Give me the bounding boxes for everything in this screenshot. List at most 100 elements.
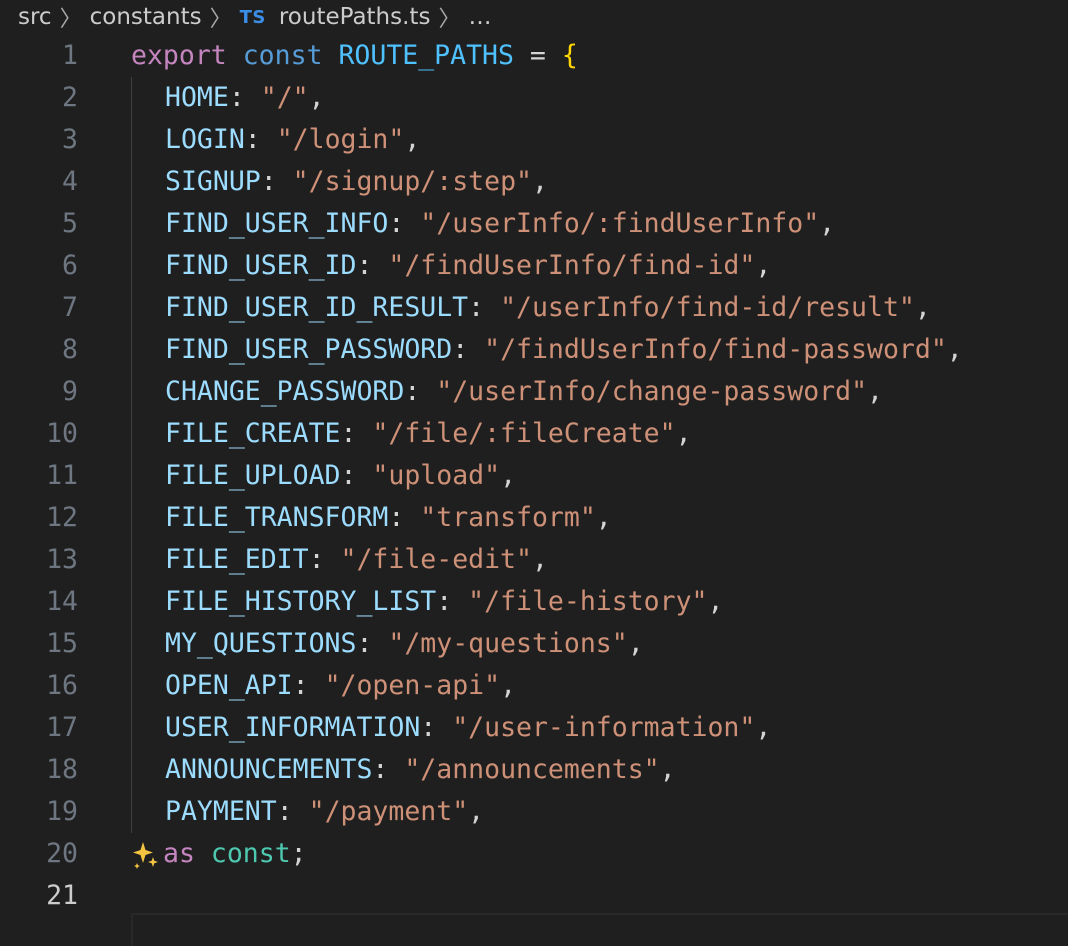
string-value: "/announcements" <box>404 754 660 785</box>
breadcrumb-item-constants[interactable]: constants <box>90 4 202 30</box>
property-key: FILE_CREATE <box>165 418 341 449</box>
line-number: 6 <box>62 250 78 281</box>
line-number: 17 <box>46 712 78 743</box>
code-line: 8 FIND_USER_PASSWORD: "/findUserInfo/find… <box>0 329 1068 371</box>
comma: , <box>595 502 612 533</box>
comma: , <box>707 586 724 617</box>
code-line: 9 CHANGE_PASSWORD: "/userInfo/change-pass… <box>0 371 1068 413</box>
property-key: SIGNUP <box>165 166 261 197</box>
line-number: 20 <box>46 838 78 869</box>
string-value: "/file/:fileCreate" <box>372 418 676 449</box>
code-content: FILE_HISTORY_LIST: "/file-history", <box>165 581 723 623</box>
code-line: 5 FIND_USER_INFO: "/userInfo/:findUserInf… <box>0 203 1068 245</box>
line-number: 11 <box>46 460 78 491</box>
property-key: FILE_HISTORY_LIST <box>165 586 437 617</box>
comma: , <box>308 82 325 113</box>
chevron-right-icon: 〉 <box>209 7 232 32</box>
colon: : <box>292 670 325 701</box>
colon: : <box>468 292 501 323</box>
comma: , <box>914 292 931 323</box>
string-value: "/user-information" <box>452 712 756 743</box>
chevron-right-icon: 〉 <box>438 7 461 32</box>
code-content: FILE_EDIT: "/file-edit", <box>165 539 548 581</box>
comma: , <box>627 628 644 659</box>
property-key: FILE_EDIT <box>165 544 309 575</box>
comma: , <box>500 460 517 491</box>
property-key: FIND_USER_ID <box>165 250 357 281</box>
code-line: 19 PAYMENT: "/payment", <box>0 791 1068 833</box>
line-number: 8 <box>62 334 78 365</box>
code-line: 12 FILE_TRANSFORM: "transform", <box>0 497 1068 539</box>
colon: : <box>372 754 405 785</box>
code-line: 7 FIND_USER_ID_RESULT: "/userInfo/find-id… <box>0 287 1068 329</box>
string-value: "/" <box>260 82 309 113</box>
code-content: FILE_CREATE: "/file/:fileCreate", <box>165 413 692 455</box>
code-line: 2 HOME: "/", <box>0 77 1068 119</box>
line-number: 21 <box>46 880 78 911</box>
line-number: 12 <box>46 502 78 533</box>
colon: : <box>276 796 309 827</box>
code-content: FIND_USER_ID_RESULT: "/userInfo/find-id/… <box>165 287 931 329</box>
code-content: LOGIN: "/login", <box>165 119 420 161</box>
string-value: "transform" <box>420 502 596 533</box>
breadcrumb-item-file[interactable]: routePaths.ts <box>279 4 431 30</box>
property-key: USER_INFORMATION <box>165 712 421 743</box>
code-editor[interactable]: 1 export const ROUTE_PATHS = { 2 HOME: "/",… <box>0 35 1068 946</box>
code-content: CHANGE_PASSWORD: "/userInfo/change-passw… <box>165 371 883 413</box>
code-line: 20 as const; <box>0 833 1068 875</box>
code-content: USER_INFORMATION: "/user-information", <box>165 707 771 749</box>
string-value: "/findUserInfo/find-id" <box>388 250 756 281</box>
string-value: "/login" <box>276 124 405 155</box>
breadcrumb-item-src[interactable]: src <box>18 4 52 30</box>
property-key: CHANGE_PASSWORD <box>165 376 405 407</box>
line-number: 16 <box>46 670 78 701</box>
code-line: 16 OPEN_API: "/open-api", <box>0 665 1068 707</box>
code-content: FIND_USER_PASSWORD: "/findUserInfo/find-… <box>165 329 963 371</box>
code-content: FIND_USER_ID: "/findUserInfo/find-id", <box>165 245 771 287</box>
code-line: 21 <box>0 875 1068 917</box>
property-key: ANNOUNCEMENTS <box>165 754 373 785</box>
colon: : <box>404 376 437 407</box>
comma: , <box>531 166 548 197</box>
string-value: "/my-questions" <box>388 628 628 659</box>
colon: : <box>420 712 453 743</box>
line-number: 1 <box>62 40 78 71</box>
string-value: "/findUserInfo/find-password" <box>484 334 947 365</box>
code-line: 10 FILE_CREATE: "/file/:fileCreate", <box>0 413 1068 455</box>
breadcrumb-item-symbols[interactable]: … <box>468 4 491 30</box>
code-content: FILE_TRANSFORM: "transform", <box>165 497 612 539</box>
breadcrumb: src 〉 constants 〉 TS routePaths.ts 〉 … <box>18 0 491 34</box>
colon: : <box>436 586 469 617</box>
line-number: 15 <box>46 628 78 659</box>
assign-operator: = <box>513 40 562 71</box>
colon: : <box>388 208 421 239</box>
property-key: HOME <box>165 82 229 113</box>
comma: , <box>675 418 692 449</box>
colon: : <box>340 418 373 449</box>
line-number: 2 <box>62 82 78 113</box>
colon: : <box>452 334 485 365</box>
comma: , <box>819 208 836 239</box>
string-value: "/userInfo/change-password" <box>436 376 868 407</box>
comma: , <box>500 670 517 701</box>
colon: : <box>308 544 341 575</box>
comma: , <box>531 544 548 575</box>
string-value: "/file-edit" <box>340 544 532 575</box>
string-value: "/file-history" <box>468 586 708 617</box>
code-line: 1 export const ROUTE_PATHS = { <box>0 35 1068 77</box>
line-number: 19 <box>46 796 78 827</box>
colon: : <box>340 460 373 491</box>
code-content: PAYMENT: "/payment", <box>165 791 484 833</box>
code-line: 11 FILE_UPLOAD: "upload", <box>0 455 1068 497</box>
string-value: "/open-api" <box>324 670 501 701</box>
keyword-as: as <box>163 838 195 869</box>
comma: , <box>659 754 676 785</box>
comma: , <box>468 796 485 827</box>
string-value: "/signup/:step" <box>292 166 532 197</box>
typescript-file-icon: TS <box>239 6 266 28</box>
semicolon: ; <box>290 838 307 869</box>
constant-name: ROUTE_PATHS <box>338 40 514 71</box>
line-number: 18 <box>46 754 78 785</box>
code-line: 3 LOGIN: "/login", <box>0 119 1068 161</box>
comma: , <box>755 250 772 281</box>
